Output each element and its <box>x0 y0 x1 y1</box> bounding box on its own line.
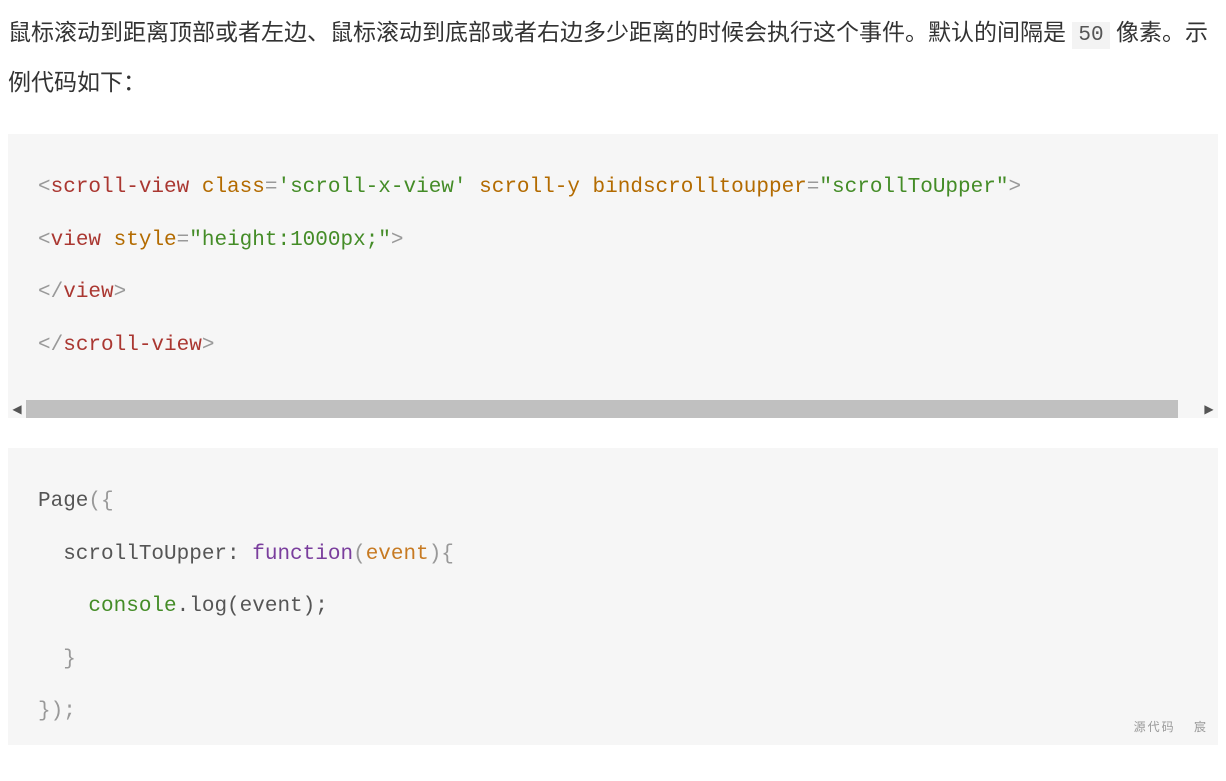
code-block-1: <scroll-view class='scroll-x-view' scrol… <box>8 134 1218 400</box>
tag-name: view <box>63 281 113 304</box>
code-punc: ( <box>353 543 366 566</box>
equals: = <box>177 229 190 252</box>
equals: = <box>265 176 278 199</box>
scroll-right-arrow-icon[interactable]: ▶ <box>1200 400 1218 418</box>
code-block-2: Page({ scrollToUpper: function(event){ c… <box>8 448 1218 745</box>
code-block-1-wrapper: <scroll-view class='scroll-x-view' scrol… <box>8 134 1218 418</box>
bracket: > <box>391 229 404 252</box>
code-punc: }); <box>38 700 76 723</box>
code-text <box>38 595 88 618</box>
bracket: > <box>114 281 127 304</box>
code-punc: } <box>38 648 76 671</box>
scrollbar-thumb[interactable] <box>26 400 1200 418</box>
attr-name: bindscrolltoupper <box>593 176 807 199</box>
tag-name: view <box>51 229 101 252</box>
code-object: console <box>88 595 176 618</box>
inline-code: 50 <box>1072 22 1109 49</box>
paragraph-text-before: 鼠标滚动到距离顶部或者左边、鼠标滚动到底部或者右边多少距离的时候会执行这个事件。… <box>8 19 1072 45</box>
tag-name: scroll-view <box>51 176 190 199</box>
attr-name: scroll-y <box>479 176 580 199</box>
code-punc: ({ <box>88 490 113 513</box>
horizontal-scrollbar[interactable]: ◀ ▶ <box>8 400 1218 418</box>
tag-name: scroll-view <box>63 334 202 357</box>
equals: = <box>807 176 820 199</box>
code-punc: ){ <box>429 543 454 566</box>
description-paragraph: 鼠标滚动到距离顶部或者左边、鼠标滚动到底部或者右边多少距离的时候会执行这个事件。… <box>8 8 1218 106</box>
code-text: scrollToUpper: <box>38 543 252 566</box>
code-text: Page <box>38 490 88 513</box>
watermark-text: 源代码 宸 <box>1134 713 1208 743</box>
bracket: > <box>202 334 215 357</box>
bracket: </ <box>38 281 63 304</box>
code-text: .log(event); <box>177 595 328 618</box>
bracket: > <box>1008 176 1021 199</box>
attr-value: "height:1000px;" <box>189 229 391 252</box>
scroll-left-arrow-icon[interactable]: ◀ <box>8 400 26 418</box>
code-param: event <box>366 543 429 566</box>
bracket: < <box>38 176 51 199</box>
attr-value: 'scroll-x-view' <box>277 176 466 199</box>
attr-name: style <box>114 229 177 252</box>
attr-name: class <box>202 176 265 199</box>
code-keyword: function <box>252 543 353 566</box>
bracket: < <box>38 229 51 252</box>
bracket: </ <box>38 334 63 357</box>
attr-value: "scrollToUpper" <box>819 176 1008 199</box>
